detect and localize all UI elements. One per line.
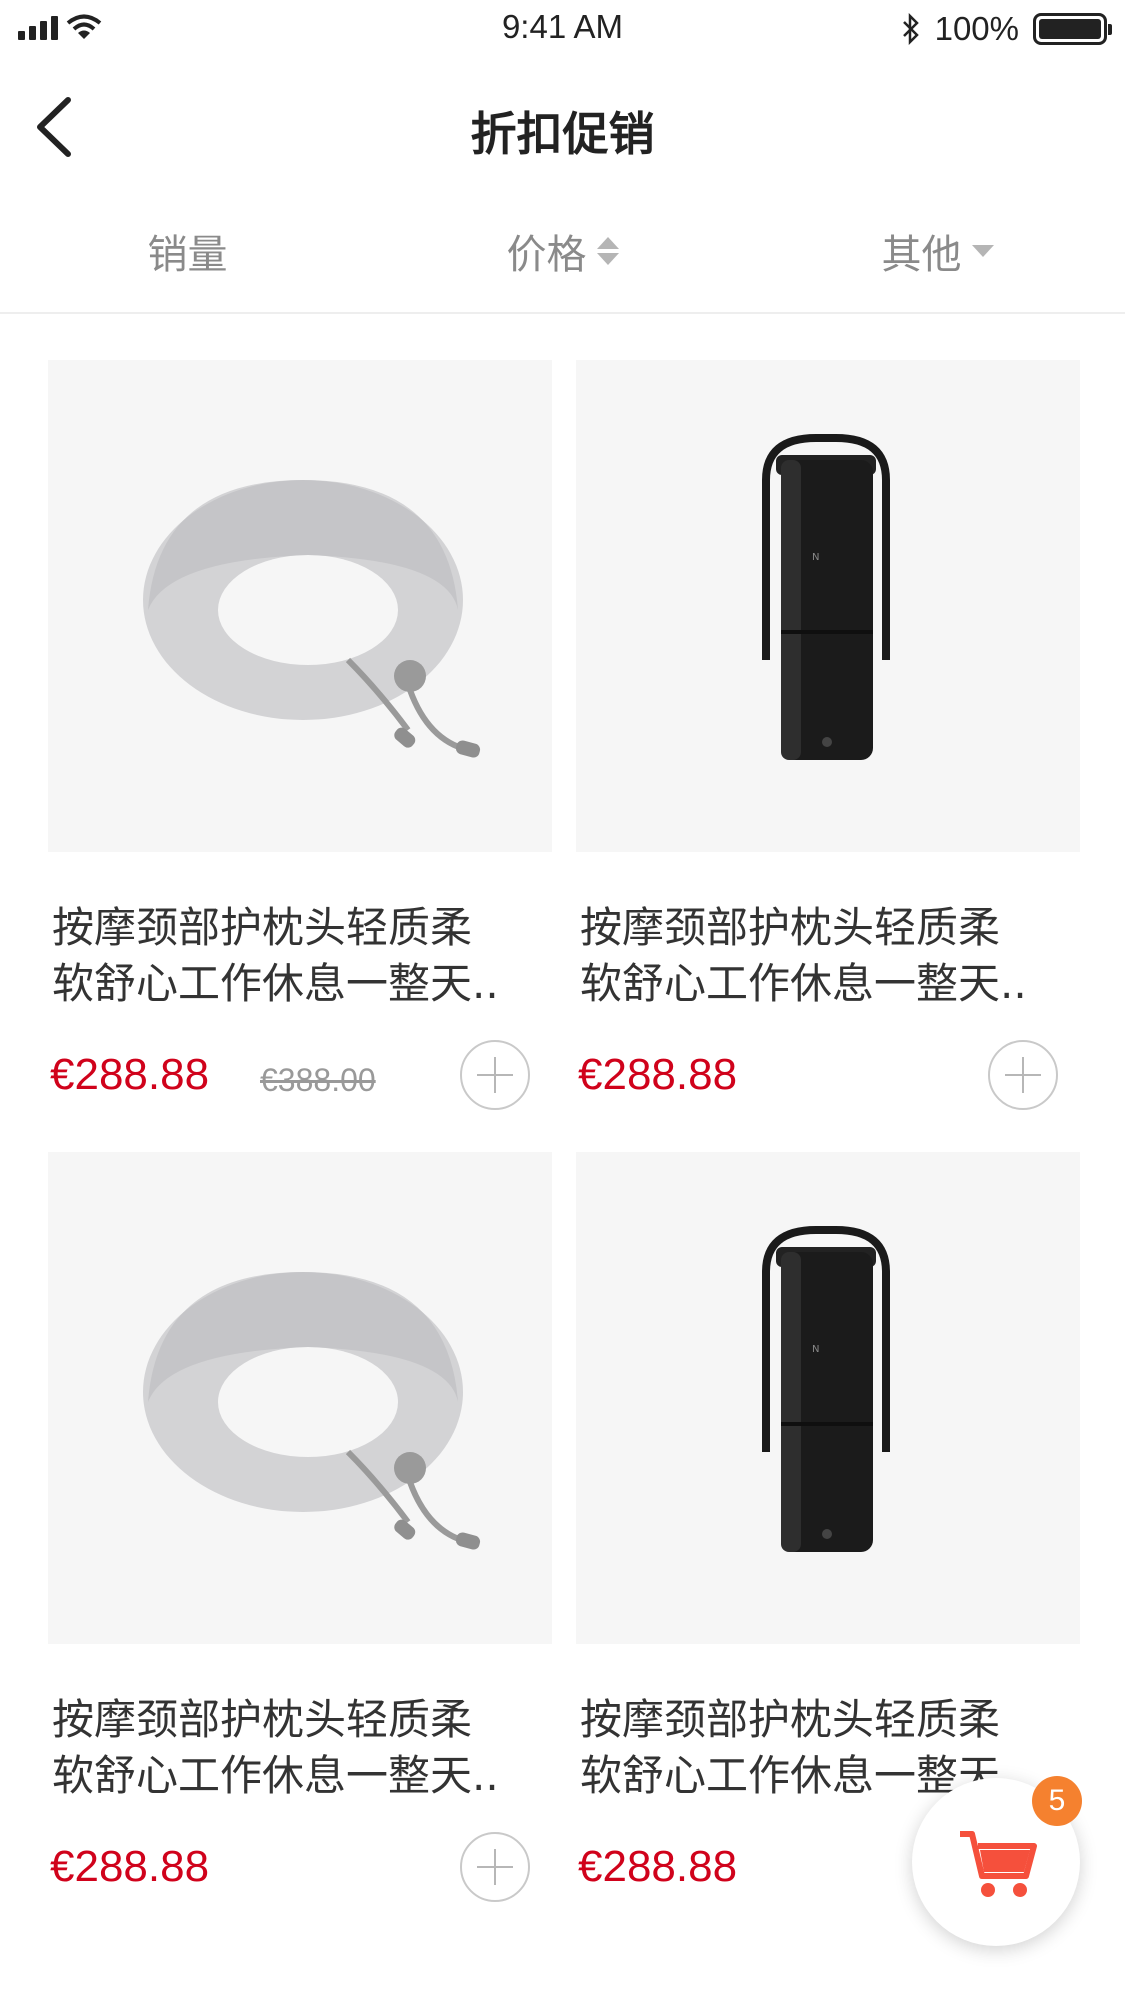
battery-percent: 100% [934, 10, 1019, 47]
cart-icon [960, 1831, 1037, 1897]
filter-other[interactable]: 其他 [750, 190, 1125, 312]
filter-price[interactable]: 价格 [375, 190, 750, 312]
product-price: €288.88 [50, 1842, 210, 1891]
filter-other-label: 其他 [881, 232, 962, 278]
filter-price-label: 价格 [506, 232, 587, 278]
product-price: €288.88 [578, 1842, 738, 1891]
cart-badge: 5 [1032, 1776, 1082, 1826]
sort-icon [596, 237, 619, 265]
product-title: 按摩颈部护枕头轻质柔 软舒心工作休息一整天.. [52, 903, 499, 1008]
price-row: €288.88 [576, 1036, 1080, 1116]
neck-pillow-image[interactable] [48, 360, 552, 852]
product-price: €288.88 [50, 1050, 210, 1099]
battery-icon [1033, 13, 1112, 45]
price-row: €288.88 €388.00 [48, 1036, 552, 1116]
product-card[interactable]: 按摩颈部护枕头轻质柔 软舒心工作休息一整天.. €288.88 [48, 1152, 552, 1944]
add-to-cart-button[interactable] [460, 1832, 530, 1902]
add-to-cart-button[interactable] [988, 1040, 1058, 1110]
page-title: 折扣促销 [470, 107, 655, 161]
product-card[interactable]: N 按摩颈部护枕头轻质柔 软舒心工作休息一整天.. €288.88 [576, 360, 1080, 1152]
caret-down-icon [971, 245, 994, 257]
filter-sales-label: 销量 [147, 232, 228, 278]
filter-bar: 销量 价格 其他 [0, 190, 1125, 314]
add-to-cart-button[interactable] [460, 1040, 530, 1110]
product-old-price: €388.00 [260, 1062, 376, 1098]
svg-text:N: N [812, 552, 819, 563]
svg-text:N: N [812, 1344, 819, 1355]
nav-bar: 折扣促销 [0, 62, 1125, 190]
product-title: 按摩颈部护枕头轻质柔 软舒心工作休息一整天.. [52, 1695, 499, 1800]
price-row: €288.88 [48, 1828, 552, 1908]
product-card[interactable]: 按摩颈部护枕头轻质柔 软舒心工作休息一整天.. €288.88 €388.00 [48, 360, 552, 1152]
bluetooth-icon [902, 13, 919, 45]
neck-pillow-image[interactable] [48, 1152, 552, 1644]
status-bar: 9:41 AM 100% [0, 0, 1125, 62]
product-grid: 按摩颈部护枕头轻质柔 软舒心工作休息一整天.. €288.88 €388.00 … [48, 360, 1080, 1944]
product-price: €288.88 [578, 1050, 738, 1099]
status-right: 100% [901, 10, 1112, 48]
portable-device-image[interactable]: N [576, 1152, 1080, 1644]
product-title: 按摩颈部护枕头轻质柔 软舒心工作休息一整天.. [580, 903, 1027, 1008]
filter-sales[interactable]: 销量 [0, 190, 375, 312]
portable-device-image[interactable]: N [576, 360, 1080, 852]
